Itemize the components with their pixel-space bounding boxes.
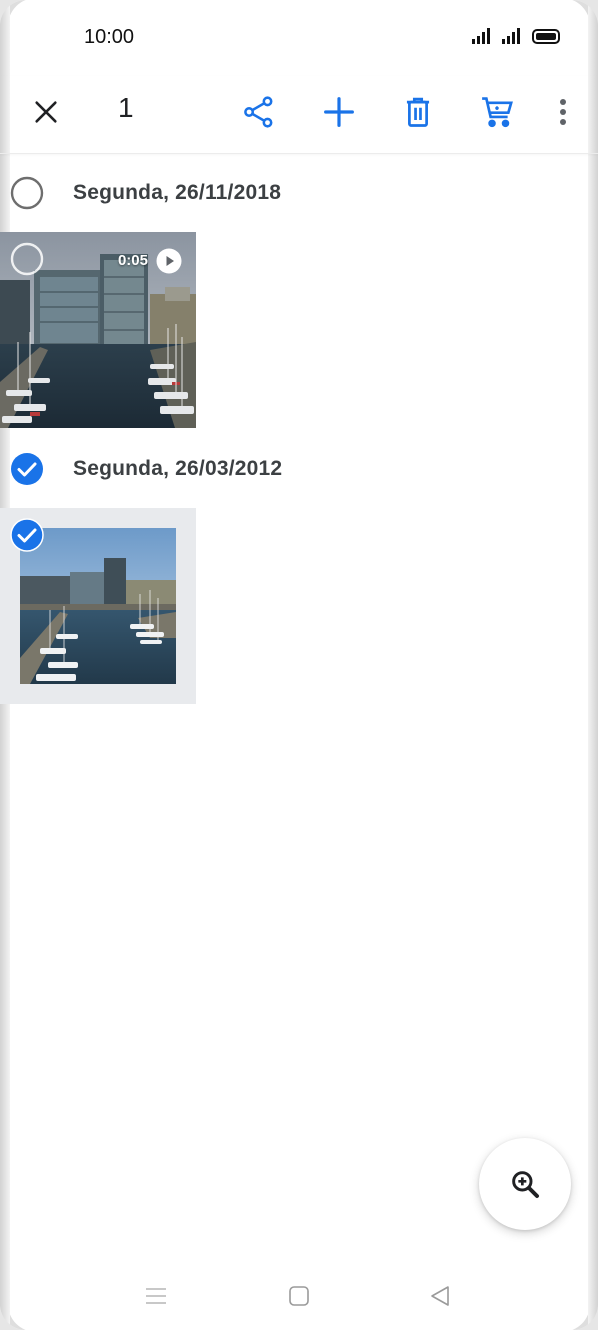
system-navigation-bar: [0, 1262, 598, 1330]
device-edge-right: [588, 0, 598, 1330]
cart-icon: [482, 97, 513, 128]
signal-icon: [502, 28, 520, 44]
select-date-checkbox[interactable]: [10, 176, 44, 210]
delete-icon: [406, 97, 430, 127]
more-options-button[interactable]: [537, 86, 589, 138]
status-time: 10:00: [84, 26, 135, 48]
phone-screen: 10:00 1 Segunda, 26/11/2018 0:05 Segunda…: [0, 0, 598, 1330]
unchecked-circle-icon: [10, 176, 44, 210]
checked-circle-icon[interactable]: [10, 518, 44, 552]
play-icon: [156, 248, 182, 274]
order-prints-button[interactable]: [471, 86, 523, 138]
share-icon: [244, 96, 273, 128]
more-vert-icon: [560, 99, 566, 125]
status-bar: 10:00: [0, 0, 598, 76]
date-label: Segunda, 26/11/2018: [73, 181, 282, 204]
share-button[interactable]: [233, 86, 285, 138]
back-icon: [431, 1286, 449, 1306]
battery-icon: [532, 29, 560, 44]
add-icon: [324, 97, 354, 127]
unchecked-circle-icon[interactable]: [10, 242, 44, 276]
recents-button[interactable]: [136, 1280, 176, 1312]
video-thumbnail[interactable]: 0:05: [0, 232, 196, 428]
close-button[interactable]: [20, 86, 72, 138]
status-icons: [472, 28, 560, 44]
select-date-checkbox[interactable]: [10, 452, 44, 486]
close-icon: [35, 101, 57, 123]
zoom-button[interactable]: [479, 1138, 571, 1230]
selection-action-bar: 1: [0, 76, 598, 154]
date-section-header: Segunda, 26/11/2018: [10, 173, 281, 213]
checked-circle-icon: [11, 453, 43, 485]
date-label: Segunda, 26/03/2012: [73, 457, 283, 480]
menu-icon: [146, 1288, 166, 1304]
add-to-album-button[interactable]: [313, 86, 365, 138]
home-button[interactable]: [279, 1280, 319, 1312]
signal-icon: [472, 28, 490, 44]
selected-count: 1: [118, 92, 134, 123]
zoom-in-icon: [512, 1171, 539, 1198]
photo-thumbnail-selected[interactable]: [0, 508, 196, 704]
home-icon: [289, 1286, 309, 1306]
video-duration: 0:05: [117, 252, 148, 269]
delete-button[interactable]: [392, 86, 444, 138]
date-section-header: Segunda, 26/03/2012: [10, 449, 282, 489]
back-button[interactable]: [420, 1280, 460, 1312]
